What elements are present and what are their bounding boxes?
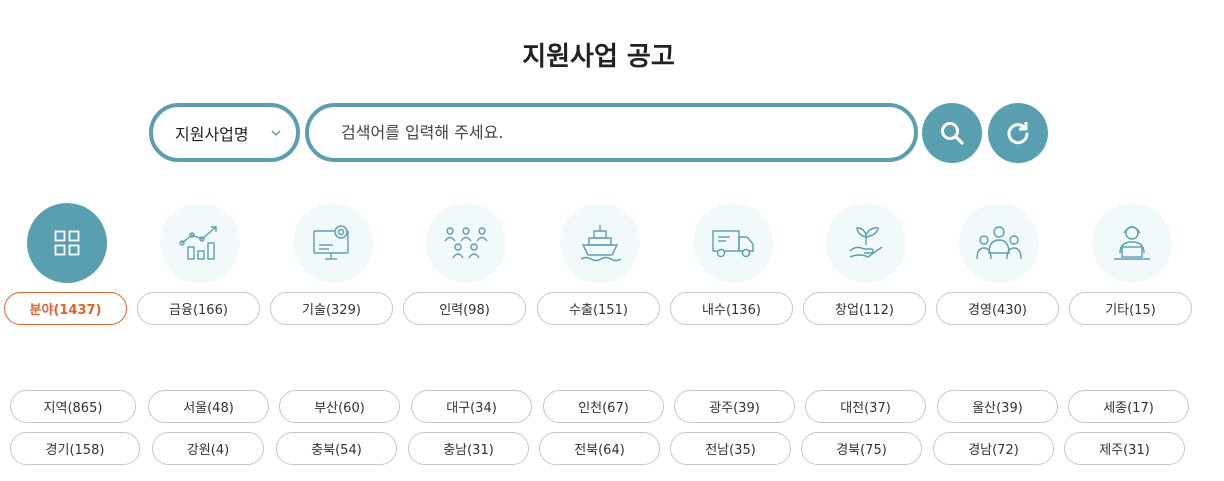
region-pill[interactable]: 부산(60) xyxy=(279,390,400,423)
category-pill[interactable]: 경영(430) xyxy=(936,292,1059,325)
page-title: 지원사업 공고 xyxy=(522,42,675,72)
search-icon xyxy=(941,122,964,145)
search-type-select[interactable]: 지원사업명 xyxy=(149,103,300,162)
category-item-startup[interactable]: 창업(112) xyxy=(803,203,927,327)
category-icon-button[interactable] xyxy=(1092,203,1172,283)
category-item-etc[interactable]: 기타(15) xyxy=(1069,203,1193,327)
ship-icon xyxy=(580,225,622,262)
category-icon-button[interactable] xyxy=(693,203,773,283)
region-pill[interactable]: 충남(31) xyxy=(408,432,529,465)
region-pill[interactable]: 제주(31) xyxy=(1064,432,1185,465)
category-pill[interactable]: 금융(166) xyxy=(137,292,260,325)
category-item-management[interactable]: 경영(430) xyxy=(936,203,1060,327)
people-icon xyxy=(444,227,488,259)
category-item-domestic[interactable]: 내수(136) xyxy=(670,203,794,327)
chart-icon xyxy=(179,226,217,260)
category-pill[interactable]: 기타(15) xyxy=(1069,292,1192,325)
category-icon-button[interactable] xyxy=(27,203,107,283)
category-pill[interactable]: 기술(329) xyxy=(270,292,393,325)
region-pill[interactable]: 충북(54) xyxy=(276,432,397,465)
category-pill[interactable]: 창업(112) xyxy=(803,292,926,325)
category-pill[interactable]: 인력(98) xyxy=(403,292,526,325)
region-pill[interactable]: 경남(72) xyxy=(933,432,1054,465)
category-filter: 분야(1437) 금융(166) 기술(329) 인력(98) 수출(151) … xyxy=(0,203,1224,333)
region-pill[interactable]: 울산(39) xyxy=(937,390,1058,423)
region-pill[interactable]: 경북(75) xyxy=(801,432,922,465)
category-icon-button[interactable] xyxy=(160,203,240,283)
truck-icon xyxy=(712,230,754,258)
region-pill[interactable]: 전북(64) xyxy=(539,432,660,465)
category-item-technology[interactable]: 기술(329) xyxy=(270,203,394,327)
category-icon-button[interactable] xyxy=(560,203,640,283)
region-pill[interactable]: 서울(48) xyxy=(148,390,269,423)
region-pill[interactable]: 인천(67) xyxy=(543,390,664,423)
region-pill[interactable]: 세종(17) xyxy=(1068,390,1189,423)
search-field[interactable] xyxy=(305,103,918,162)
chevron-down-icon xyxy=(271,130,281,137)
category-icon-button[interactable] xyxy=(826,203,906,283)
search-type-value: 지원사업명 xyxy=(175,124,249,144)
region-pill-all[interactable]: 지역(865) xyxy=(10,390,136,423)
category-icon-button[interactable] xyxy=(959,203,1039,283)
person-laptop-icon xyxy=(1114,226,1150,260)
grid-icon xyxy=(54,230,80,256)
category-item-all[interactable]: 분야(1437) xyxy=(4,203,128,327)
category-pill[interactable]: 내수(136) xyxy=(670,292,793,325)
search-input[interactable] xyxy=(341,123,914,142)
management-team-icon xyxy=(976,226,1022,260)
region-pill[interactable]: 전남(35) xyxy=(670,432,791,465)
search-button[interactable] xyxy=(922,103,982,163)
region-pill[interactable]: 대전(37) xyxy=(805,390,926,423)
region-pill[interactable]: 강원(4) xyxy=(152,432,264,465)
tech-monitor-icon xyxy=(313,225,349,260)
category-item-manpower[interactable]: 인력(98) xyxy=(403,203,527,327)
region-pill[interactable]: 대구(34) xyxy=(411,390,532,423)
category-pill[interactable]: 수출(151) xyxy=(537,292,660,325)
category-pill[interactable]: 분야(1437) xyxy=(4,292,127,325)
region-pill[interactable]: 경기(158) xyxy=(10,432,140,465)
category-icon-button[interactable] xyxy=(426,203,506,283)
sprout-hand-icon xyxy=(849,227,883,258)
category-item-finance[interactable]: 금융(166) xyxy=(137,203,261,327)
category-item-export[interactable]: 수출(151) xyxy=(537,203,661,327)
region-pill[interactable]: 광주(39) xyxy=(674,390,795,423)
reset-button[interactable] xyxy=(988,103,1048,163)
category-icon-button[interactable] xyxy=(293,203,373,283)
refresh-icon xyxy=(1007,122,1029,145)
